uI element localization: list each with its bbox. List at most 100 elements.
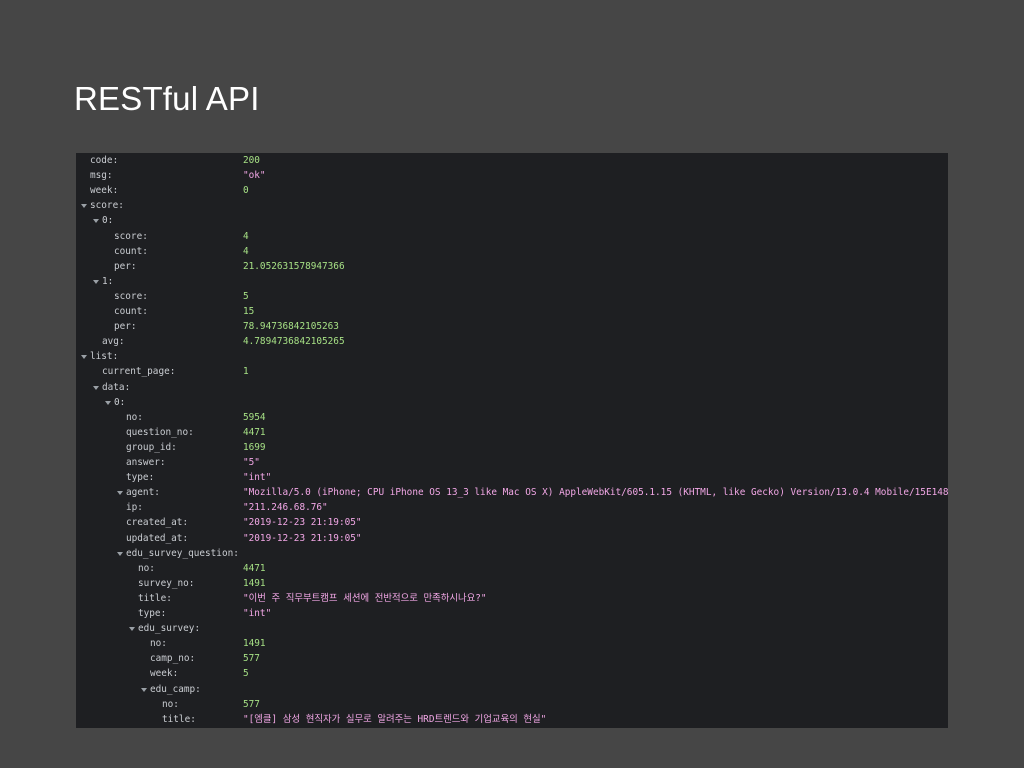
expand-toggle-icon[interactable] — [93, 385, 99, 390]
json-value: 4471 — [243, 562, 266, 574]
json-value: 5954 — [243, 411, 266, 423]
json-key: count: — [114, 306, 148, 317]
json-key: avg: — [102, 336, 125, 348]
json-key: score: — [114, 290, 148, 302]
json-row[interactable]: 1: — [76, 274, 948, 289]
expand-toggle-icon[interactable] — [81, 204, 87, 209]
json-row: title: "[엠클] 삼성 현직자가 실무로 알려주는 HRD트렌드와 기업교… — [76, 712, 948, 727]
json-row: week: 0 — [76, 183, 948, 198]
json-key: no: — [162, 698, 179, 710]
expand-toggle-icon[interactable] — [105, 400, 111, 405]
json-value: "5" — [243, 457, 260, 468]
json-value: 4471 — [243, 426, 266, 438]
json-key: edu_survey: — [138, 623, 201, 635]
json-key: type: — [126, 472, 155, 484]
json-key: survey_no: — [138, 577, 195, 589]
json-row[interactable]: edu_camp: — [76, 682, 948, 697]
expand-toggle-icon[interactable] — [117, 491, 123, 496]
json-value: 4 — [243, 245, 249, 257]
json-key: score: — [114, 230, 148, 242]
json-key: no: — [150, 638, 167, 650]
json-key: question_no: — [126, 426, 194, 438]
json-row: no: 5954 — [76, 410, 948, 425]
json-row: question_no: 4471 — [76, 425, 948, 440]
json-key: group_id: — [126, 441, 177, 453]
json-row: count: 4 — [76, 244, 948, 259]
slide-title: RESTful API — [74, 80, 260, 117]
json-row: updated_at: "2019-12-23 21:19:05" — [76, 531, 948, 546]
expand-toggle-icon[interactable] — [141, 687, 147, 692]
json-row: group_id: 1699 — [76, 440, 948, 455]
json-key: per: — [114, 260, 137, 272]
json-key: current_page: — [102, 366, 176, 378]
json-row: no: 577 — [76, 697, 948, 712]
json-key: per: — [114, 321, 137, 333]
json-key: week: — [90, 185, 119, 197]
json-row[interactable]: 0: — [76, 395, 948, 410]
json-row[interactable]: 0: — [76, 213, 948, 228]
json-key: created_at: — [126, 517, 189, 529]
json-value: "int" — [243, 472, 272, 484]
json-value: 4 — [243, 230, 249, 242]
json-value: 0 — [243, 185, 249, 197]
json-value: "이번 주 직무부트캠프 세션에 전반적으로 만족하시나요?" — [243, 592, 487, 604]
json-row[interactable]: data: — [76, 380, 948, 395]
expand-toggle-icon[interactable] — [93, 279, 99, 284]
json-value: "2019-12-23 21:19:05" — [243, 532, 362, 544]
json-key: camp_no: — [150, 653, 196, 665]
json-key: list: — [90, 351, 119, 363]
expand-toggle-icon[interactable] — [117, 551, 123, 556]
json-value: 1491 — [243, 577, 266, 589]
json-value: 78.94736842105263 — [243, 321, 339, 333]
json-value: "Mozilla/5.0 (iPhone; CPU iPhone OS 13_3… — [243, 487, 948, 499]
json-key: week: — [150, 668, 179, 680]
json-value: 5 — [243, 668, 249, 680]
json-row: per: 21.052631578947366 — [76, 259, 948, 274]
json-key: edu_camp: — [150, 683, 201, 695]
json-key: title: — [162, 713, 196, 725]
json-value: 21.052631578947366 — [243, 260, 345, 272]
json-key: edu_survey_question: — [126, 547, 239, 559]
json-value: 1699 — [243, 441, 266, 453]
json-key: count: — [114, 245, 148, 257]
json-key: 1: — [102, 275, 114, 287]
json-row: no: 1491 — [76, 636, 948, 651]
json-row: score: 5 — [76, 289, 948, 304]
json-key: no: — [126, 411, 143, 423]
json-row: survey_no: 1491 — [76, 576, 948, 591]
expand-toggle-icon[interactable] — [129, 627, 135, 632]
json-value: "211.246.68.76" — [243, 502, 328, 514]
json-row: camp_no: 577 — [76, 651, 948, 666]
json-row: avg: 4.7894736842105265 — [76, 334, 948, 349]
json-row: created_at: "2019-12-23 21:19:05" — [76, 515, 948, 530]
json-row[interactable]: edu_survey: — [76, 621, 948, 636]
json-row: count: 15 — [76, 304, 948, 319]
json-key: msg: — [90, 170, 113, 182]
json-key: data: — [102, 381, 131, 393]
json-row[interactable]: score: — [76, 198, 948, 213]
json-row[interactable]: list: — [76, 349, 948, 364]
json-viewer[interactable]: code: 200 msg: "ok" week: 0 score: 0: score: 4 cou… — [76, 153, 948, 728]
json-value: "[엠클] 삼성 현직자가 실무로 알려주는 HRD트렌드와 기업교육의 현실" — [243, 713, 547, 725]
json-key: no: — [138, 562, 155, 574]
json-value: "ok" — [243, 170, 266, 182]
json-value: 1491 — [243, 638, 266, 650]
json-value: 577 — [243, 698, 260, 710]
json-row[interactable]: agent: "Mozilla/5.0 (iPhone; CPU iPhone O… — [76, 485, 948, 500]
json-key: 0: — [114, 396, 126, 408]
json-row: msg: "ok" — [76, 168, 948, 183]
json-row: type: "int" — [76, 470, 948, 485]
expand-toggle-icon[interactable] — [93, 219, 99, 224]
json-key: updated_at: — [126, 532, 189, 544]
json-row: no: 4471 — [76, 561, 948, 576]
json-row: per: 78.94736842105263 — [76, 319, 948, 334]
json-key: answer: — [126, 457, 166, 468]
json-value: 1 — [243, 366, 249, 378]
json-value: 4.7894736842105265 — [243, 336, 345, 348]
expand-toggle-icon[interactable] — [81, 355, 87, 360]
json-row[interactable]: edu_survey_question: — [76, 546, 948, 561]
json-value: 5 — [243, 290, 249, 302]
json-value: "2019-12-23 21:19:05" — [243, 517, 362, 529]
json-value: 15 — [243, 306, 255, 317]
json-row: title: "이번 주 직무부트캠프 세션에 전반적으로 만족하시나요?" — [76, 591, 948, 606]
